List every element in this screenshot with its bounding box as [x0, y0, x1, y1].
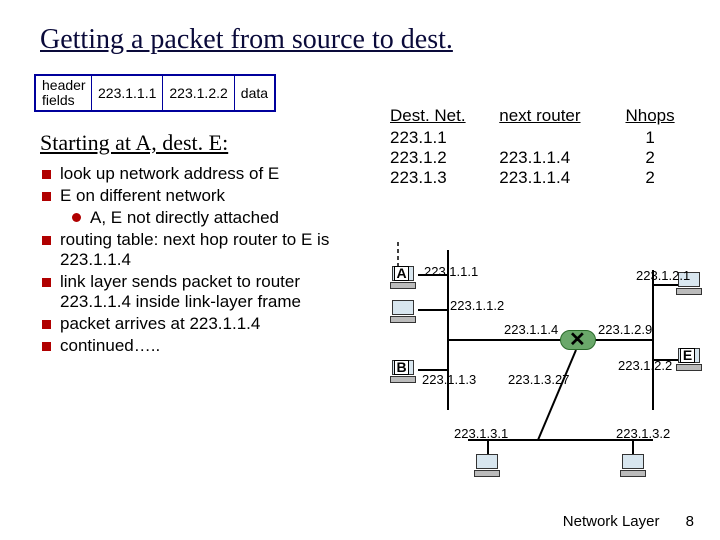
- ip-label: 223.1.2.2: [618, 358, 672, 373]
- routing-th-hops: Nhops: [616, 106, 690, 128]
- bullet-item: look up network address of E: [40, 164, 370, 184]
- host-a-icon: A: [390, 266, 416, 288]
- bullet-item: routing table: next hop router to E is 2…: [40, 230, 370, 270]
- cell-hops: 2: [616, 168, 690, 188]
- bullet-item: continued…..: [40, 336, 370, 356]
- network-diagram: ✕ A B E 223.1.1.1 223.1.1.2 223.1.1.3 22…: [378, 240, 708, 480]
- packet-hdr-line2: fields: [42, 93, 85, 108]
- host-a-tag: A: [394, 266, 409, 281]
- bullet-list: look up network address of E E on differ…: [40, 164, 370, 356]
- bullet-item: link layer sends packet to router 223.1.…: [40, 272, 370, 312]
- bullet-item: E on different network A, E not directly…: [40, 186, 370, 228]
- packet-data: data: [235, 76, 274, 110]
- router-x: ✕: [569, 327, 586, 352]
- ip-label: 223.1.1.3: [422, 372, 476, 387]
- packet-dst-ip: 223.1.2.2: [163, 76, 234, 110]
- router-icon: ✕: [560, 330, 596, 350]
- ip-label: 223.1.2.9: [598, 322, 652, 337]
- host-b-icon: B: [390, 360, 416, 382]
- cell-hops: 2: [616, 148, 690, 168]
- routing-th-dest: Dest. Net.: [390, 106, 499, 128]
- ip-label: 223.1.1.4: [504, 322, 558, 337]
- cell-router: 223.1.1.4: [499, 148, 616, 168]
- cell-router: 223.1.1.4: [499, 168, 616, 188]
- bullet-text: E on different network: [60, 186, 225, 205]
- host-b-tag: B: [394, 360, 409, 375]
- packet-header-fields: header fields: [36, 76, 92, 110]
- ip-label: 223.1.3.2: [616, 426, 670, 441]
- packet-src-ip: 223.1.1.1: [92, 76, 163, 110]
- bullet-item: packet arrives at 223.1.1.4: [40, 314, 370, 334]
- cell-net: 223.1.3: [390, 168, 499, 188]
- table-row: 223.1.2 223.1.1.4 2: [390, 148, 690, 168]
- packet-hdr-line1: header: [42, 78, 85, 93]
- host-e-tag: E: [680, 348, 695, 363]
- ip-label: 223.1.3.27: [508, 372, 569, 387]
- ip-label: 223.1.3.1: [454, 426, 508, 441]
- ip-label: 223.1.2.1: [636, 268, 690, 283]
- table-row: 223.1.1 1: [390, 128, 690, 148]
- routing-table: Dest. Net. next router Nhops 223.1.1 1 2…: [390, 106, 690, 188]
- ip-label: 223.1.1.1: [424, 264, 478, 279]
- cell-net: 223.1.1: [390, 128, 499, 148]
- cell-router: [499, 128, 616, 148]
- host-icon: [620, 454, 646, 476]
- cell-hops: 1: [616, 128, 690, 148]
- ip-label: 223.1.1.2: [450, 298, 504, 313]
- packet-structure: header fields 223.1.1.1 223.1.2.2 data: [34, 74, 276, 112]
- footer-section: Network Layer: [563, 513, 660, 530]
- slide-footer: Network Layer 8: [563, 513, 694, 530]
- footer-page-number: 8: [686, 513, 694, 530]
- routing-th-next: next router: [499, 106, 616, 128]
- table-row: 223.1.3 223.1.1.4 2: [390, 168, 690, 188]
- host-e-icon: E: [676, 348, 702, 370]
- cell-net: 223.1.2: [390, 148, 499, 168]
- host-icon: [474, 454, 500, 476]
- page-title: Getting a packet from source to dest.: [40, 24, 692, 56]
- host-icon: [390, 300, 416, 322]
- sub-bullet-item: A, E not directly attached: [70, 208, 370, 228]
